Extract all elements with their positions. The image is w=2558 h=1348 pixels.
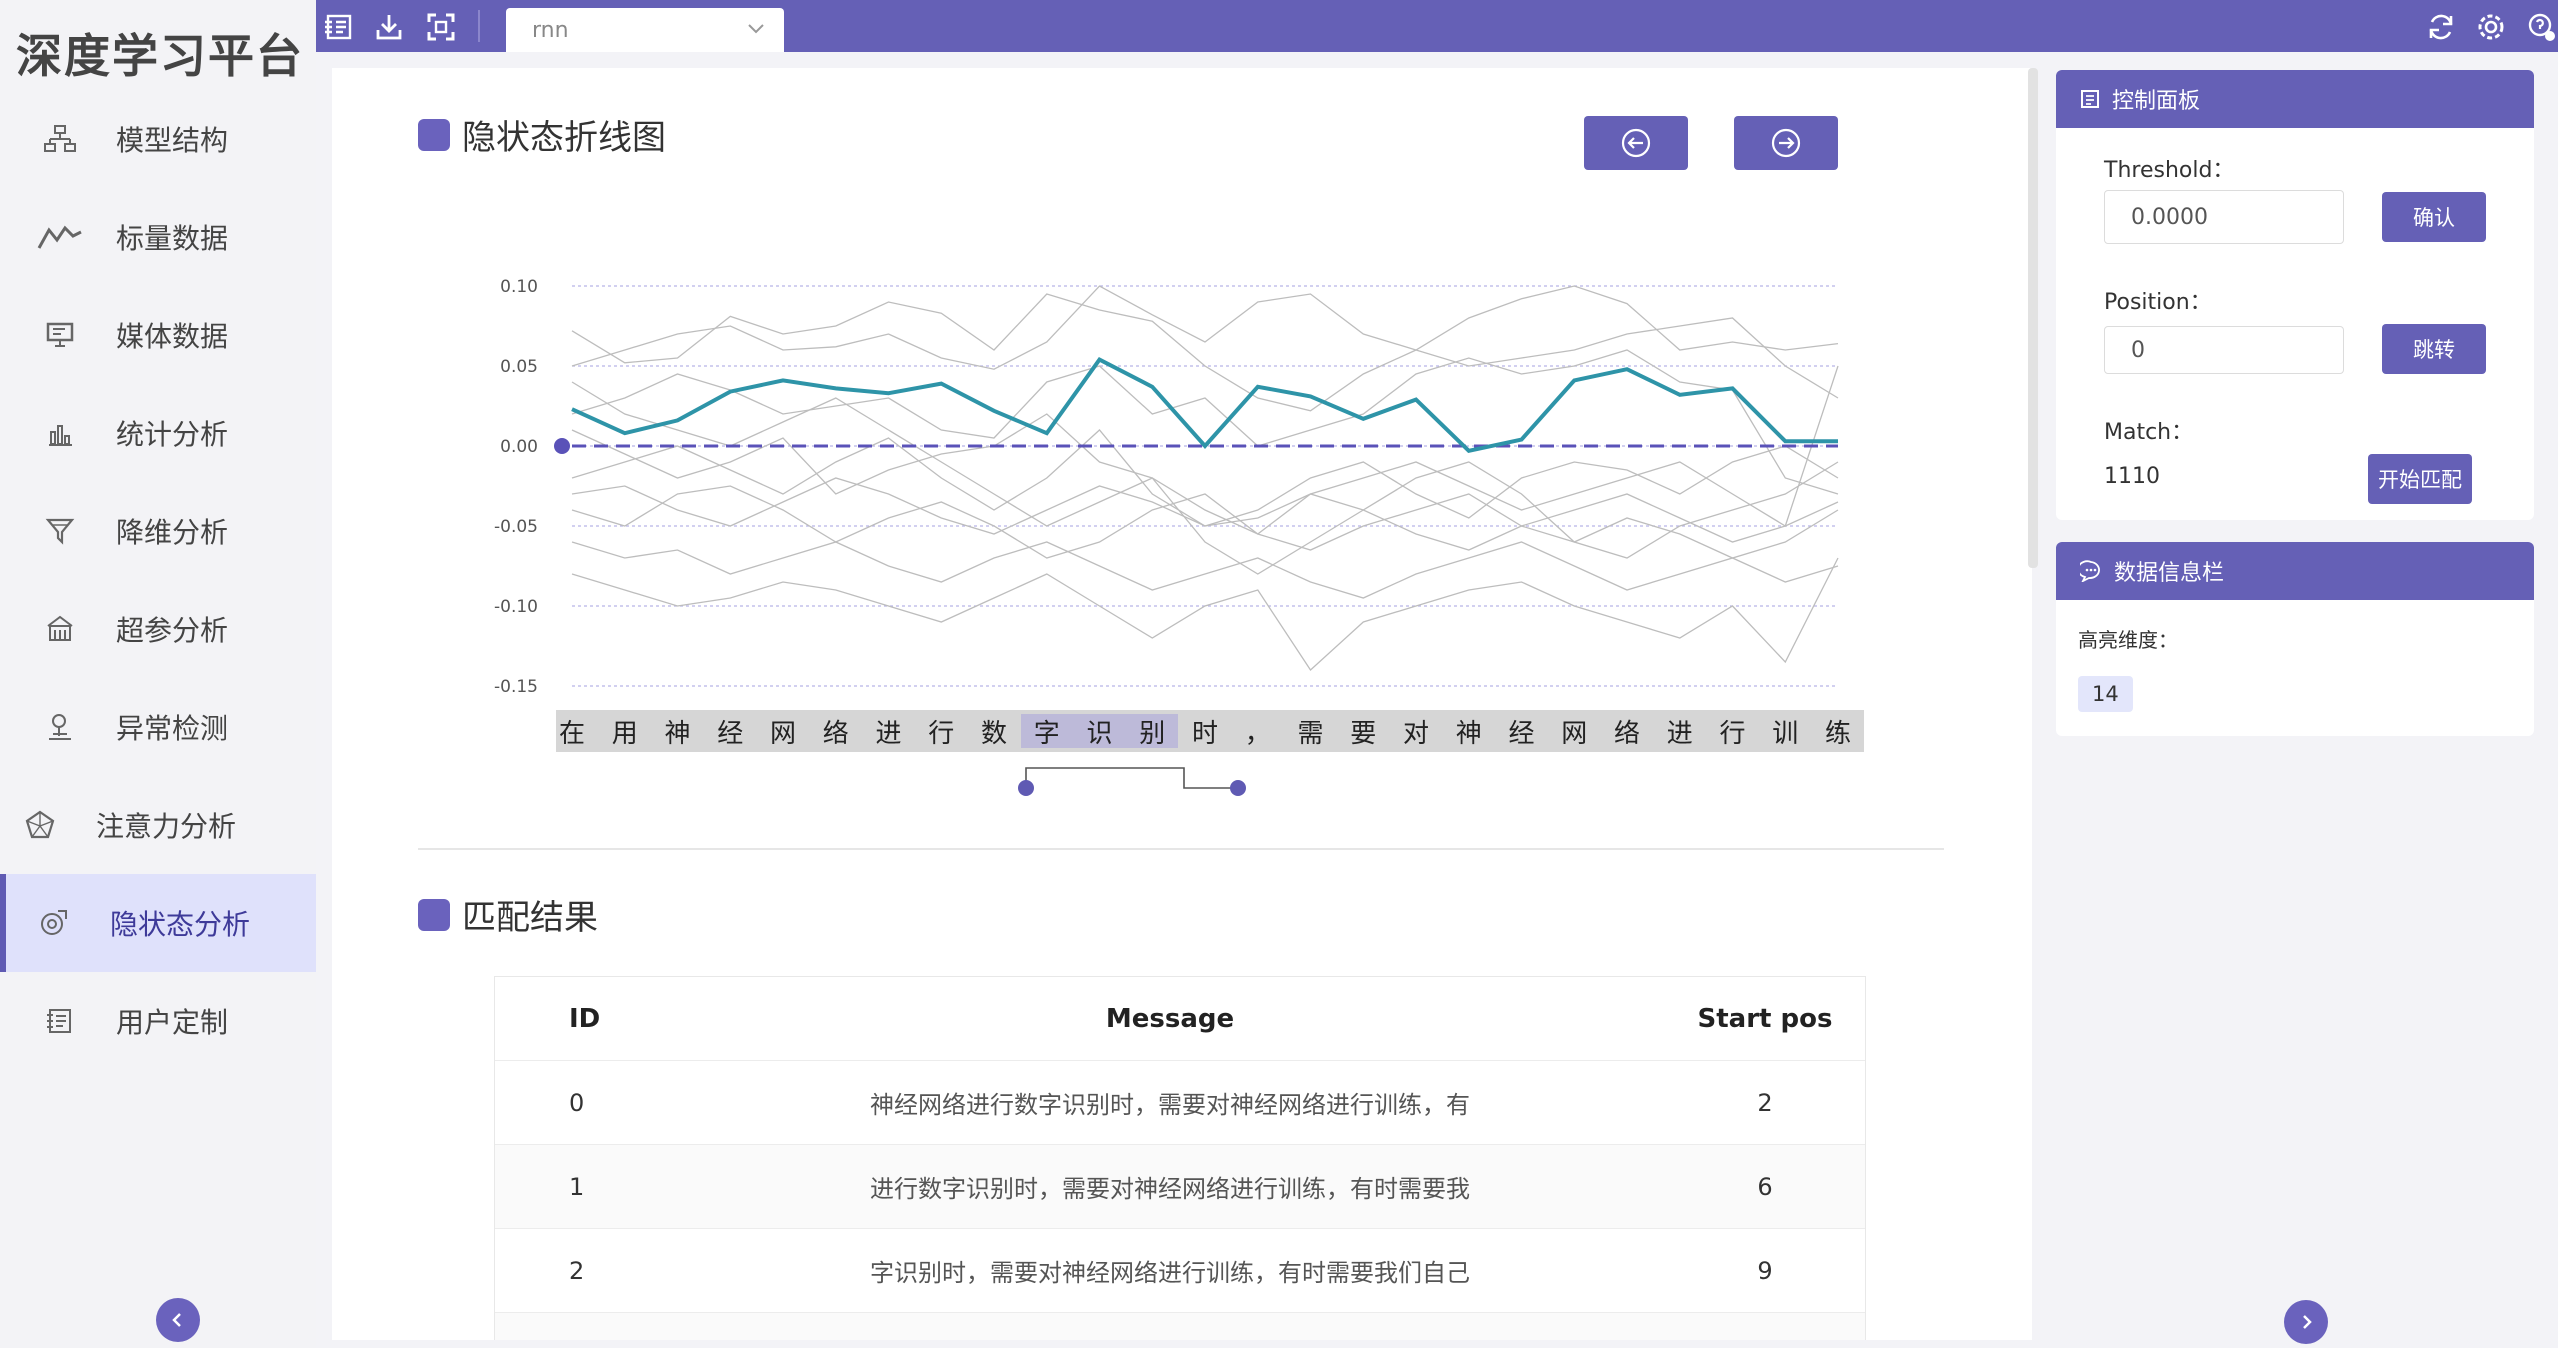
info-panel: 数据信息栏 高亮维度： 14 [2056, 542, 2534, 736]
sidebar-item-label: 降维分析 [116, 516, 229, 549]
chat-icon [2080, 560, 2100, 582]
section-divider [418, 848, 1944, 850]
pin-alert-icon [30, 712, 90, 742]
sidebar-item-label: 超参分析 [116, 614, 229, 647]
info-panel-header: 数据信息栏 [2056, 542, 2534, 600]
settings-icon[interactable] [2474, 10, 2508, 44]
cell-id: 1 [569, 1172, 585, 1201]
range-start-handle[interactable] [1018, 780, 1034, 796]
table-row[interactable]: 0 神经网络进行数字识别时，需要对神经网络进行训练，有 2 [495, 1061, 1865, 1145]
cell-id: 2 [569, 1256, 585, 1285]
cell-message: 进行数字识别时，需要对神经网络进行训练，有时需要我 [870, 1175, 1470, 1203]
table-header: ID Message Start pos [495, 977, 1865, 1061]
toolbar-divider [478, 10, 480, 42]
control-panel-header: 控制面板 [2056, 70, 2534, 128]
chevron-left-icon [172, 1313, 181, 1327]
help-icon[interactable] [2524, 10, 2558, 44]
sidebar-item-statistics[interactable]: 统计分析 [0, 384, 316, 482]
refresh-icon[interactable] [2424, 10, 2458, 44]
funnel-icon [30, 516, 90, 546]
sidebar-item-label: 注意力分析 [96, 810, 237, 843]
match-label: Match： [2104, 420, 2194, 445]
cell-start-pos: 6 [1757, 1172, 1773, 1201]
app-title: 深度学习平台 [16, 29, 304, 83]
sidebar-item-label: 媒体数据 [116, 320, 229, 353]
chevron-down-icon [748, 24, 764, 34]
main-scrollbar[interactable] [2028, 68, 2038, 568]
control-panel: 控制面板 Threshold： 0.0000 确认 Position： 0 跳转… [2056, 70, 2534, 520]
custom-icon [30, 1006, 90, 1036]
section-marker [418, 898, 450, 931]
model-select-value: rnn [532, 17, 569, 43]
sidebar-collapse-button[interactable] [156, 1298, 200, 1342]
cell-message: 字识别时，需要对神经网络进行训练，有时需要我们自己 [870, 1259, 1470, 1287]
position-value: 0 [2131, 337, 2145, 363]
sidebar-item-scalar-data[interactable]: 标量数据 [0, 188, 316, 286]
model-select[interactable]: rnn [506, 8, 784, 52]
sidebar-item-label: 模型结构 [116, 124, 229, 157]
sidebar-item-label: 标量数据 [116, 222, 229, 255]
sidebar-item-hidden-state[interactable]: 隐状态分析 [0, 874, 316, 972]
info-panel-title: 数据信息栏 [2114, 561, 2225, 586]
results-section-title: 匹配结果 [418, 890, 598, 939]
hidden-state-icon [24, 907, 84, 939]
building-icon [30, 614, 90, 644]
bar-chart-icon [30, 418, 90, 448]
sidebar-item-label: 隐状态分析 [110, 908, 251, 941]
sidebar-item-label: 异常检测 [116, 712, 229, 745]
fullscreen-icon[interactable] [424, 10, 458, 44]
sidebar-item-label: 统计分析 [116, 418, 229, 451]
highlight-dim-label: 高亮维度： [2078, 628, 2178, 652]
download-icon[interactable] [372, 10, 406, 44]
jump-button[interactable]: 跳转 [2382, 324, 2486, 374]
threshold-label: Threshold： [2104, 158, 2235, 183]
table-row[interactable] [495, 1313, 1865, 1340]
network-structure-icon [30, 124, 90, 154]
column-header-start-pos[interactable]: Start pos [1665, 1004, 1865, 1034]
position-label: Position： [2104, 290, 2212, 315]
sidebar-item-anomaly[interactable]: 异常检测 [0, 678, 316, 776]
right-panel-collapse-button[interactable] [2284, 1300, 2328, 1344]
column-header-id[interactable]: ID [495, 1004, 675, 1034]
monitor-icon [30, 320, 90, 350]
sidebar-item-model-structure[interactable]: 模型结构 [0, 90, 316, 188]
cell-message: 神经网络进行数字识别时，需要对神经网络进行训练，有 [870, 1091, 1470, 1119]
import-icon[interactable] [322, 10, 356, 44]
panel-icon [2081, 90, 2099, 108]
chevron-right-icon [2303, 1315, 2312, 1329]
results-title: 匹配结果 [462, 898, 598, 938]
threshold-value: 0.0000 [2131, 204, 2208, 230]
token-range-connector[interactable] [332, 68, 2032, 828]
sidebar-item-hyperparam[interactable]: 超参分析 [0, 580, 316, 678]
sidebar-item-media-data[interactable]: 媒体数据 [0, 286, 316, 384]
sidebar-item-label: 用户定制 [116, 1006, 229, 1039]
sidebar-item-attention[interactable]: 注意力分析 [0, 776, 316, 874]
main-panel: 隐状态折线图 0.10 0.05 0.00 -0.05 -0.10 -0.15 在用神经网… [332, 68, 2032, 1340]
cell-start-pos: 2 [1757, 1088, 1773, 1117]
range-end-handle[interactable] [1230, 780, 1246, 796]
threshold-input[interactable]: 0.0000 [2104, 190, 2344, 244]
line-trend-icon [30, 222, 90, 252]
cell-id: 0 [569, 1088, 585, 1117]
sidebar-item-custom[interactable]: 用户定制 [0, 972, 316, 1070]
top-toolbar: rnn [316, 0, 2558, 52]
control-panel-title: 控制面板 [2112, 89, 2201, 114]
column-header-message[interactable]: Message [675, 1004, 1665, 1034]
table-row[interactable]: 1 进行数字识别时，需要对神经网络进行训练，有时需要我 6 [495, 1145, 1865, 1229]
start-match-button[interactable]: 开始匹配 [2368, 454, 2472, 504]
cell-start-pos: 9 [1757, 1256, 1773, 1285]
highlight-dim-badge: 14 [2078, 676, 2133, 712]
position-input[interactable]: 0 [2104, 326, 2344, 374]
match-value: 1110 [2104, 464, 2160, 489]
confirm-button[interactable]: 确认 [2382, 192, 2486, 242]
table-row[interactable]: 2 字识别时，需要对神经网络进行训练，有时需要我们自己 9 [495, 1229, 1865, 1313]
pentagon-icon [10, 809, 70, 841]
sidebar: 深度学习平台 模型结构 标量数据 媒体数据 统计分析 降维分析 超参分析 异常检… [0, 0, 316, 1348]
results-table: ID Message Start pos 0 神经网络进行数字识别时，需要对神经… [494, 976, 1866, 1340]
sidebar-item-dim-reduction[interactable]: 降维分析 [0, 482, 316, 580]
